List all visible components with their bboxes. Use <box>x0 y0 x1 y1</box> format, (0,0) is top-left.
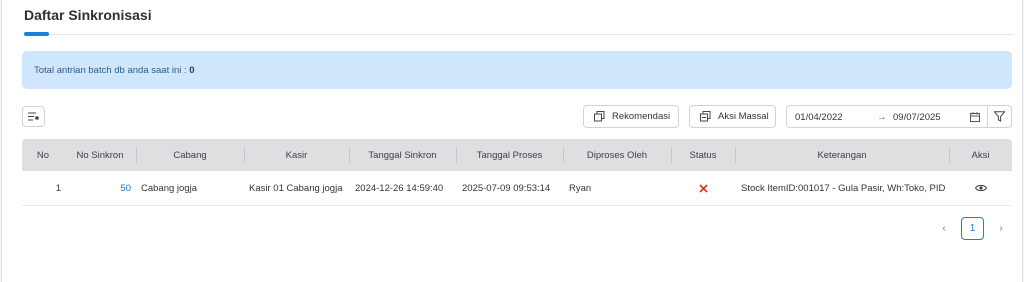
cell-diproses-oleh: Ryan <box>569 182 592 194</box>
view-icon[interactable] <box>974 184 987 192</box>
header-tanggal-sinkron: Tanggal Sinkron <box>368 149 437 161</box>
filter-button[interactable] <box>987 105 1012 128</box>
header-cabang: Cabang <box>173 149 207 161</box>
cell-status <box>671 171 735 205</box>
page-title: Daftar Sinkronisasi <box>24 7 152 23</box>
table-row: 1 50 Cabang jogja Kasir 01 Cabang jogja … <box>22 171 1012 206</box>
rekomendasi-label: Rekomendasi <box>612 111 671 122</box>
copy-icon <box>594 111 605 122</box>
calendar-icon <box>970 112 980 122</box>
table-header: No No Sinkron Cabang Kasir Tanggal Sinkr… <box>22 139 1012 171</box>
alert-text: Total antrian batch db anda saat ini : <box>34 65 190 76</box>
header-tanggal-proses: Tanggal Proses <box>476 149 543 161</box>
column-settings-button[interactable] <box>22 106 45 127</box>
queue-count: 0 <box>189 65 195 76</box>
bulk-action-icon <box>700 111 711 122</box>
aksi-massal-label: Aksi Massal <box>718 111 769 122</box>
status-failed-icon <box>698 183 708 193</box>
queue-info-alert: Total antrian batch db anda saat ini : 0 <box>22 51 1012 89</box>
cell-tanggal-proses: 2025-07-09 09:53:14 <box>462 182 551 194</box>
aksi-massal-button[interactable]: Aksi Massal <box>689 105 776 128</box>
title-divider <box>24 34 1014 35</box>
cell-kasir: Kasir 01 Cabang jogja <box>249 182 343 194</box>
header-status: Status <box>689 149 717 161</box>
pagination-prev[interactable]: ‹ <box>933 217 955 240</box>
header-diproses-oleh: Diproses Oleh <box>586 149 648 161</box>
title-accent-bar <box>24 32 49 36</box>
pagination-next[interactable]: › <box>990 217 1012 240</box>
pagination-page-1[interactable]: 1 <box>961 217 984 240</box>
rekomendasi-button[interactable]: Rekomendasi <box>583 105 679 128</box>
cell-aksi <box>949 171 1012 205</box>
date-range-picker[interactable]: 01/04/2022 → 09/07/2025 <box>786 105 988 128</box>
filter-icon <box>994 111 1005 122</box>
cell-cabang: Cabang jogja <box>141 182 197 194</box>
date-from[interactable]: 01/04/2022 <box>795 112 843 123</box>
date-to[interactable]: 09/07/2025 <box>893 112 941 123</box>
date-range-arrow: → <box>877 112 887 123</box>
column-settings-icon <box>28 112 39 121</box>
cell-tanggal-sinkron: 2024-12-26 14:59:40 <box>355 182 444 194</box>
header-keterangan: Keterangan <box>817 149 867 161</box>
header-aksi: Aksi <box>971 149 990 161</box>
header-kasir: Kasir <box>285 149 308 161</box>
header-no: No <box>36 149 50 161</box>
cell-keterangan: Stock ItemID:001017 - Gula Pasir, Wh:Tok… <box>741 182 946 194</box>
cell-no-sinkron-link[interactable]: 50 <box>64 171 131 205</box>
cell-no: 1 <box>55 182 61 194</box>
header-no-sinkron: No Sinkron <box>76 149 124 161</box>
